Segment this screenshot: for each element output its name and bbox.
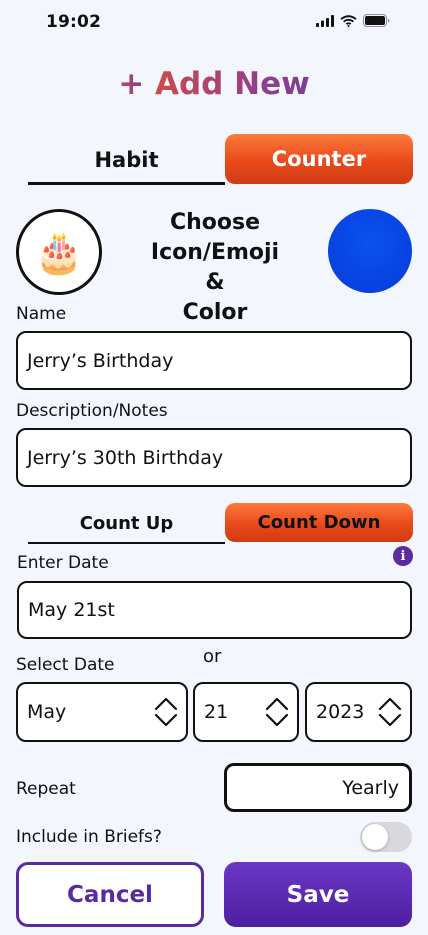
month-select[interactable]: May xyxy=(16,682,188,742)
save-button[interactable]: Save xyxy=(224,862,412,927)
birthday-cake-icon: 🎂 xyxy=(34,229,84,276)
enter-date-value: May 21st xyxy=(28,599,115,621)
tab-counter[interactable]: Counter xyxy=(225,134,413,184)
description-label: Description/Notes xyxy=(16,401,168,421)
year-value: 2023 xyxy=(316,701,365,723)
month-value: May xyxy=(27,701,67,723)
select-date-label: Select Date xyxy=(16,655,115,675)
cellular-signal-icon xyxy=(316,14,334,27)
repeat-value: Yearly xyxy=(342,776,399,799)
battery-icon xyxy=(363,14,390,27)
or-separator: or xyxy=(203,646,222,667)
cancel-button[interactable]: Cancel xyxy=(16,862,204,927)
up-down-chevron-icon xyxy=(378,697,402,727)
description-input[interactable]: Jerry’s 30th Birthday xyxy=(16,428,412,487)
title-text: Add New xyxy=(155,66,310,102)
tab-count-down[interactable]: Count Down xyxy=(225,503,413,542)
tab-count-up[interactable]: Count Up xyxy=(28,505,225,544)
status-time: 19:02 xyxy=(46,12,102,32)
day-select[interactable]: 21 xyxy=(193,682,299,742)
choose-icon-line3: Color xyxy=(182,300,248,325)
enter-date-label: Enter Date xyxy=(17,553,109,573)
wifi-icon xyxy=(340,14,357,27)
year-select[interactable]: 2023 xyxy=(305,682,412,742)
description-input-value: Jerry’s 30th Birthday xyxy=(27,446,224,469)
choose-icon-line2: & xyxy=(205,270,225,295)
status-icons xyxy=(316,14,390,27)
choose-icon-text: Choose Icon/Emoji & Color xyxy=(103,208,327,328)
name-input-value: Jerry’s Birthday xyxy=(27,349,174,372)
enter-date-input[interactable]: May 21st xyxy=(17,581,412,639)
briefs-label: Include in Briefs? xyxy=(16,827,162,847)
toggle-knob xyxy=(362,824,388,850)
info-icon[interactable]: i xyxy=(393,546,413,566)
repeat-label: Repeat xyxy=(16,779,76,799)
up-down-chevron-icon xyxy=(265,697,289,727)
briefs-toggle[interactable] xyxy=(360,822,412,852)
name-input[interactable]: Jerry’s Birthday xyxy=(16,331,412,390)
up-down-chevron-icon xyxy=(154,697,178,727)
repeat-select[interactable]: Yearly xyxy=(224,763,412,812)
color-picker-button[interactable] xyxy=(328,209,412,293)
page-title: + Add New xyxy=(0,66,428,102)
choose-icon-line1: Choose Icon/Emoji xyxy=(150,210,280,265)
title-plus: + xyxy=(118,66,145,102)
emoji-picker-button[interactable]: 🎂 xyxy=(16,209,102,295)
day-value: 21 xyxy=(204,701,229,723)
tab-habit[interactable]: Habit xyxy=(28,138,225,185)
name-label: Name xyxy=(16,304,67,324)
